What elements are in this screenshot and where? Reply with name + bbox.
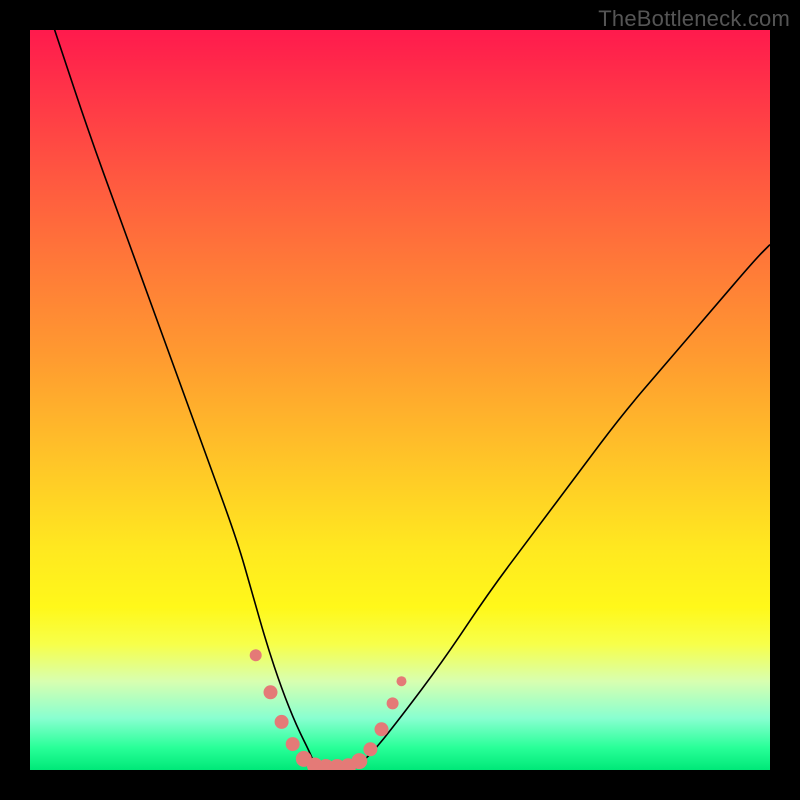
data-marker bbox=[351, 753, 367, 769]
data-marker bbox=[250, 649, 262, 661]
curve-layer bbox=[30, 30, 770, 770]
data-marker bbox=[264, 685, 278, 699]
chart-frame: TheBottleneck.com bbox=[0, 0, 800, 800]
data-marker bbox=[275, 715, 289, 729]
left-bottleneck-curve bbox=[30, 30, 356, 768]
data-marker bbox=[387, 697, 399, 709]
data-markers bbox=[250, 649, 407, 770]
data-marker bbox=[286, 737, 300, 751]
plot-area bbox=[30, 30, 770, 770]
data-marker bbox=[363, 742, 377, 756]
data-marker bbox=[396, 676, 406, 686]
data-marker bbox=[375, 722, 389, 736]
watermark-text: TheBottleneck.com bbox=[598, 6, 790, 32]
right-bottleneck-curve bbox=[356, 245, 770, 768]
